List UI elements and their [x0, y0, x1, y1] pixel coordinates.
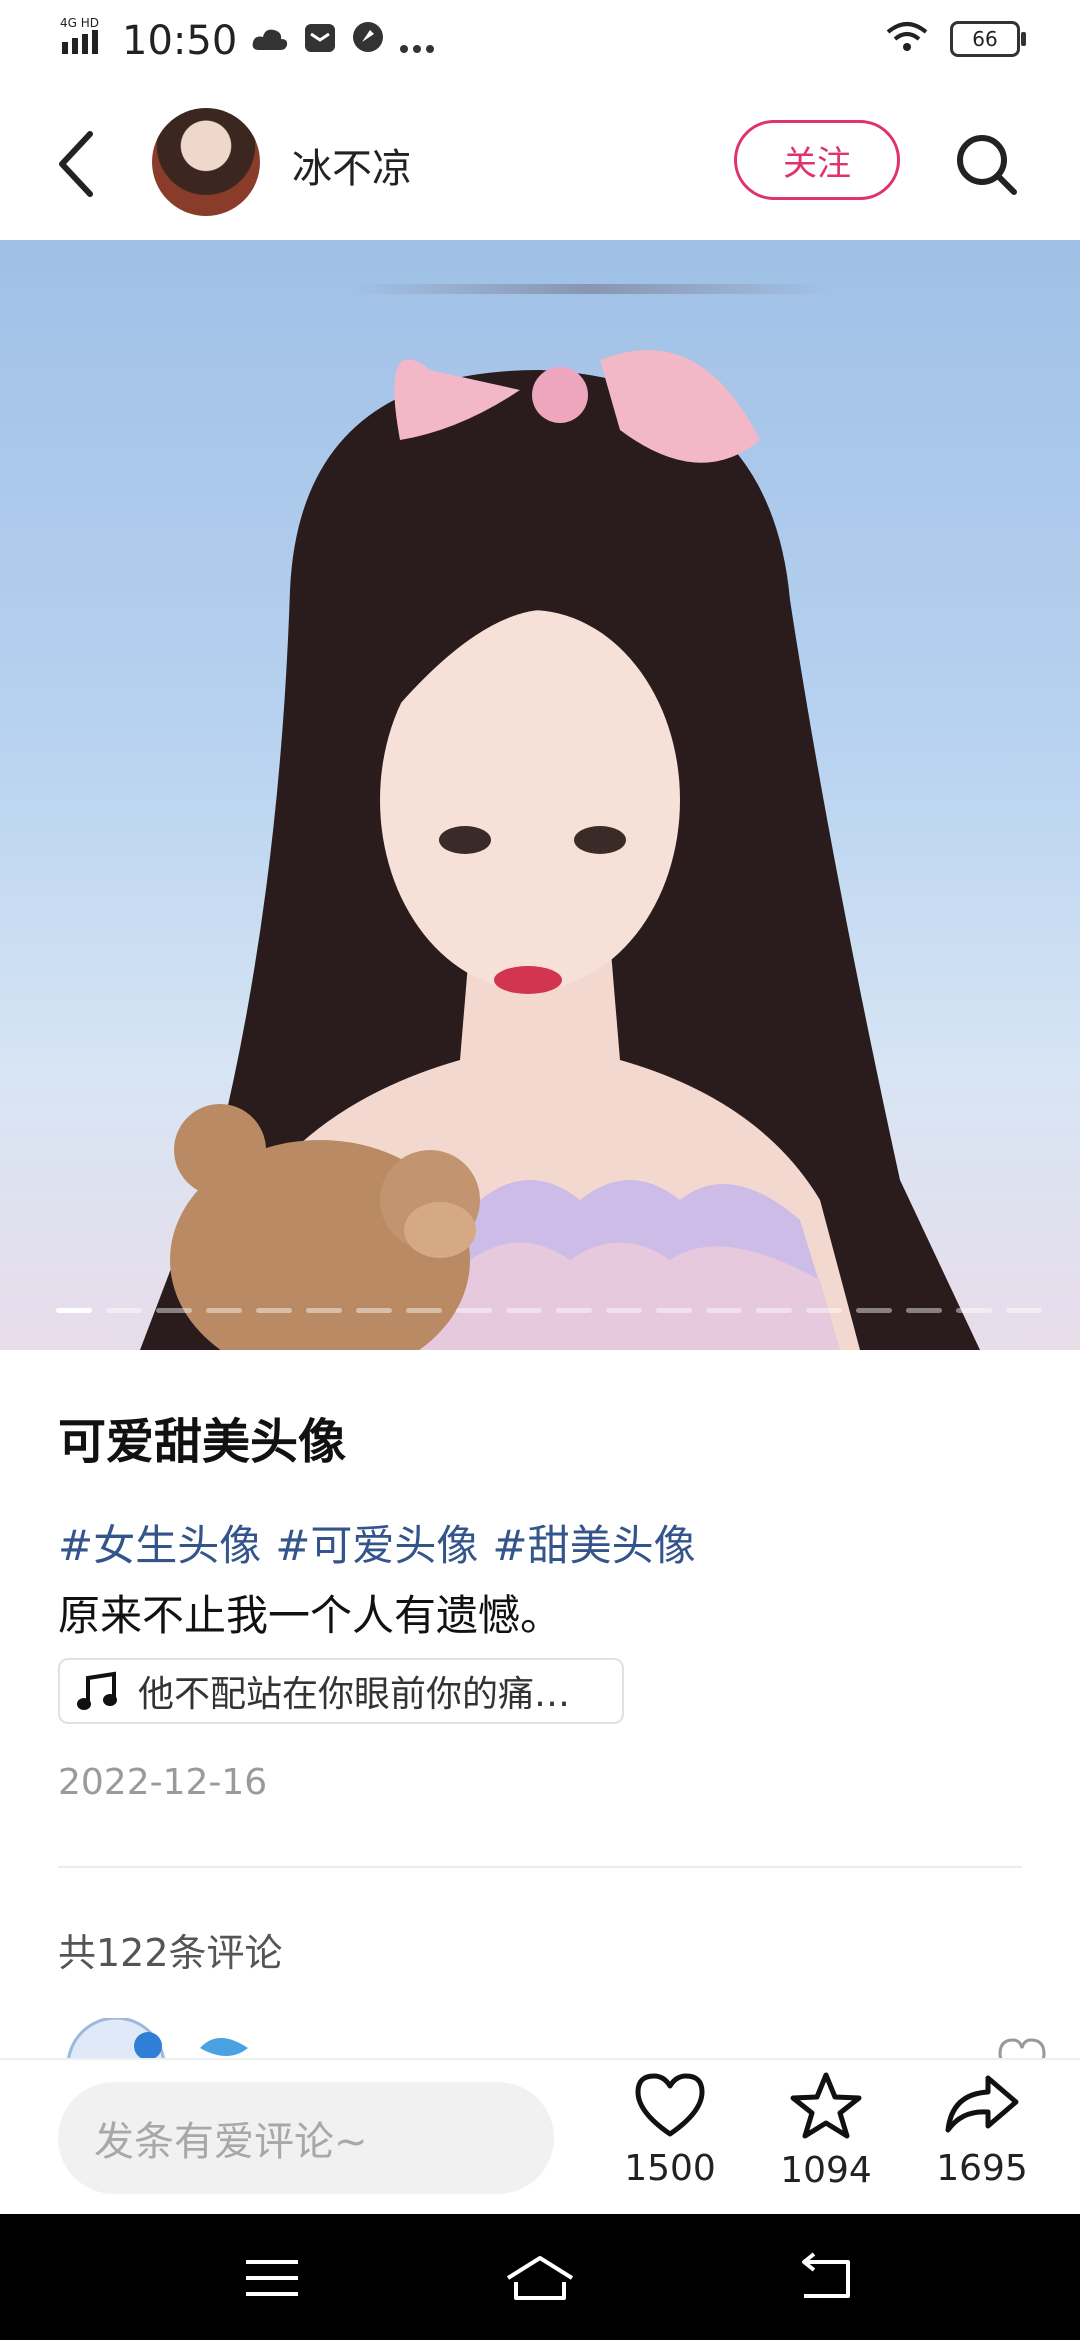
pagination-dot [856, 1308, 892, 1313]
message-icon [303, 18, 337, 64]
battery-icon: 66 [950, 21, 1026, 57]
comment-peek [58, 2018, 1058, 2058]
post-title: 可爱甜美头像 [58, 1414, 347, 1470]
image-pagination [56, 1308, 1042, 1313]
pagination-dot [156, 1308, 192, 1313]
comment-input[interactable]: 发条有爱评论~ [58, 2082, 554, 2194]
menu-icon [246, 2260, 298, 2296]
author-username[interactable]: 冰不凉 [292, 136, 412, 194]
star-icon [790, 2072, 862, 2139]
battery-level: 66 [972, 27, 998, 51]
pagination-dot [1006, 1308, 1042, 1313]
like-count: 1500 [624, 2148, 716, 2189]
divider [58, 1866, 1022, 1868]
more-notifications-icon [399, 18, 435, 64]
post-image[interactable] [0, 240, 1080, 1350]
follow-button[interactable]: 关注 [734, 120, 900, 200]
tag-link[interactable]: #甜美头像 [492, 1512, 695, 1573]
pagination-dot [306, 1308, 342, 1313]
pagination-dot [806, 1308, 842, 1313]
signal-icon: 4G HD [60, 16, 108, 66]
home-icon [506, 2256, 574, 2300]
whale-icon [200, 2038, 248, 2056]
back-button[interactable] [50, 124, 110, 204]
girl-portrait-illustration [140, 350, 980, 1350]
comment-count: 共122条评论 [58, 1931, 283, 1975]
top-bar: 冰不凉 关注 [0, 86, 1080, 240]
post-description: 原来不止我一个人有遗憾。 [58, 1591, 563, 1640]
favorite-button[interactable]: 1094 [766, 2070, 886, 2210]
pagination-dot [706, 1308, 742, 1313]
pagination-dot [356, 1308, 392, 1313]
cloud-icon [251, 18, 289, 64]
music-title: 他不配站在你眼前你的痛… [138, 1674, 571, 1715]
menu-nav-button[interactable] [232, 2248, 312, 2308]
pagination-dot [256, 1308, 292, 1313]
music-note-icon [77, 1671, 117, 1710]
tag-link[interactable]: #可爱头像 [275, 1512, 478, 1573]
chevron-left-icon [59, 131, 93, 197]
share-button[interactable]: 1695 [922, 2070, 1042, 2210]
pagination-dot [506, 1308, 542, 1313]
system-nav-bar [0, 2214, 1080, 2340]
post-date: 2022-12-16 [58, 1762, 268, 1803]
pagination-dot [956, 1308, 992, 1313]
favorite-count: 1094 [780, 2150, 872, 2191]
status-time: 10:50 [122, 18, 238, 64]
pagination-dot [56, 1308, 92, 1313]
pagination-dot [656, 1308, 692, 1313]
app-notification-icon [351, 18, 385, 64]
pagination-dot [556, 1308, 592, 1313]
pagination-dot [606, 1308, 642, 1313]
pagination-dot [756, 1308, 792, 1313]
tag-link[interactable]: #女生头像 [58, 1512, 261, 1573]
wifi-icon [886, 20, 928, 58]
pagination-dot [456, 1308, 492, 1313]
home-nav-button[interactable] [500, 2248, 580, 2308]
share-arrow-icon [945, 2075, 1019, 2133]
pagination-dot [906, 1308, 942, 1313]
heart-icon [635, 2073, 705, 2137]
music-chip[interactable]: 他不配站在你眼前你的痛… [58, 1658, 624, 1724]
pagination-dot [406, 1308, 442, 1313]
pagination-dot [106, 1308, 142, 1313]
return-icon [802, 2252, 850, 2298]
back-nav-button[interactable] [784, 2248, 864, 2308]
share-count: 1695 [936, 2148, 1028, 2189]
heart-outline-icon [998, 2038, 1046, 2058]
search-button[interactable] [952, 130, 1020, 198]
bottom-action-bar: 发条有爱评论~ 1500 1094 1695 [0, 2058, 1080, 2216]
author-avatar[interactable] [152, 108, 260, 216]
like-button[interactable]: 1500 [610, 2070, 730, 2210]
post-tags: #女生头像 #可爱头像 #甜美头像 [58, 1512, 696, 1573]
search-icon [957, 135, 1017, 195]
svg-text:4G HD: 4G HD [60, 16, 99, 30]
pagination-dot [206, 1308, 242, 1313]
status-bar: 4G HD 10:50 66 [0, 0, 1080, 86]
